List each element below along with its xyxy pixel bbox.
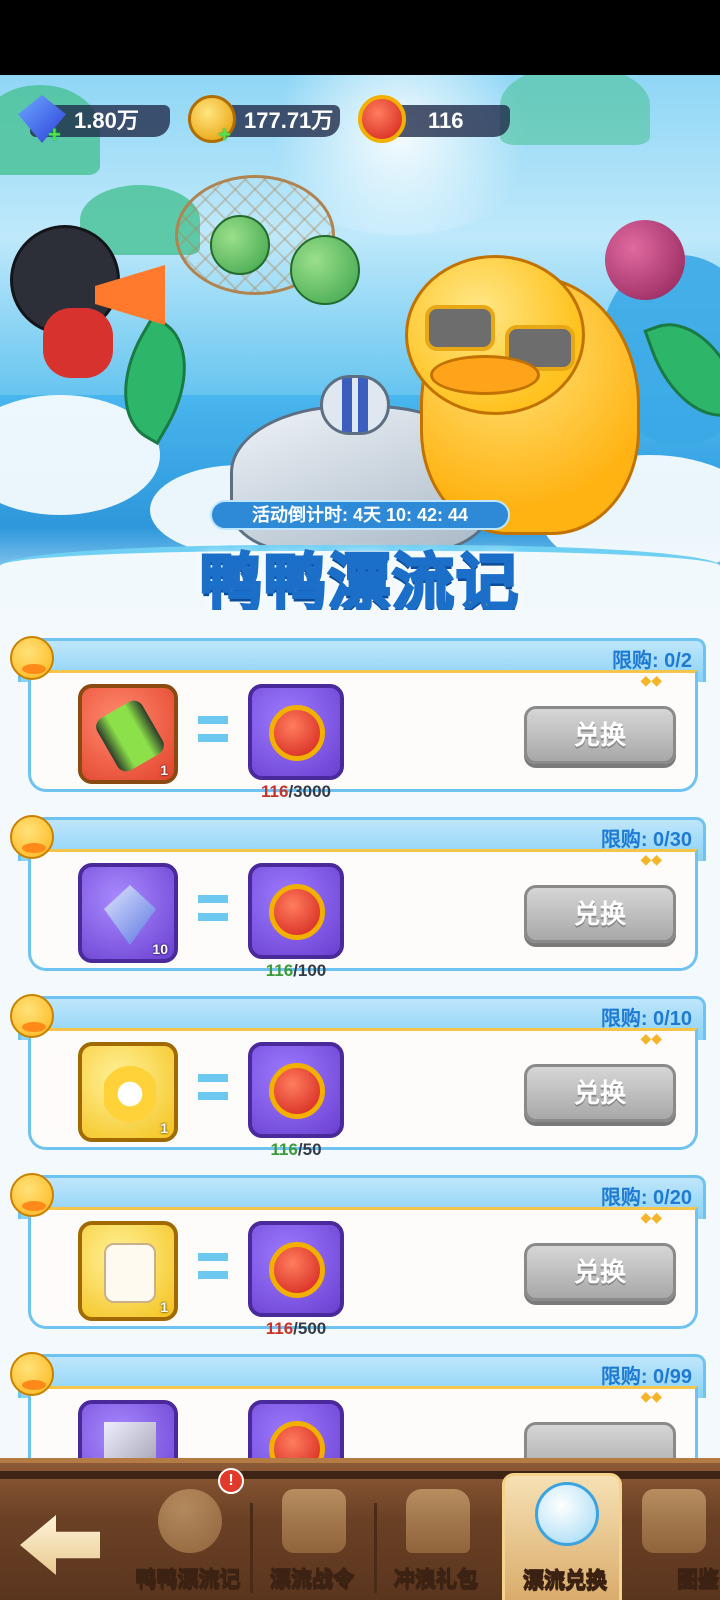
apple-token-icon (269, 705, 325, 761)
battery-icon (92, 697, 168, 775)
duck-badge-icon (10, 1173, 54, 1217)
reward-item[interactable] (78, 1400, 178, 1458)
flower-icon (104, 1064, 156, 1124)
apple-token-icon (269, 884, 325, 940)
bottom-nav: 鸭鸭漂流记 ! 漂流战令 冲浪礼包 漂流兑换 图鉴 (0, 1458, 720, 1600)
reward-item[interactable]: 10 (78, 863, 178, 963)
item-quantity: 1 (160, 1120, 168, 1136)
reward-item[interactable]: 1 (78, 1221, 178, 1321)
scooter-stripe (320, 375, 390, 435)
cost-item (248, 863, 344, 959)
duck-badge-icon (10, 636, 54, 680)
purchase-limit: 限购: 0/2 (611, 650, 692, 672)
shop-icon (406, 1489, 470, 1553)
exchange-button[interactable]: 兑换 (524, 885, 676, 943)
exchange-button[interactable]: 兑换 (524, 1064, 676, 1122)
equals-icon (198, 716, 228, 742)
gold-amount: 177.71万 (244, 108, 334, 133)
reward-item[interactable]: 1 (78, 1042, 178, 1142)
tab-label: 图鉴 (677, 1568, 720, 1592)
exchange-row: 限购: 0/10 ◆◆ 1 116/50 兑换 (10, 966, 710, 1159)
item-quantity: 1 (160, 1299, 168, 1315)
tab-drift-pass[interactable]: 漂流战令 (252, 1483, 372, 1600)
apple-token-icon (358, 95, 406, 143)
event-countdown: 活动倒计时: 4天 10: 42: 44 (210, 500, 510, 530)
star-deco-icon: ◆◆ (640, 851, 662, 867)
purchase-limit: 限购: 0/30 (600, 829, 692, 851)
purchase-limit: 限购: 0/20 (600, 1187, 692, 1209)
equals-icon (198, 895, 228, 921)
equals-icon (198, 1253, 228, 1279)
palm-leaf-decoration (500, 75, 650, 145)
equals-icon (198, 1074, 228, 1100)
star-deco-icon: ◆◆ (640, 1388, 662, 1404)
apple-token-icon (269, 1421, 325, 1458)
exchange-row: 限购: 0/99 ◆◆ (10, 1324, 710, 1458)
apple-amount: 116 (428, 108, 464, 133)
back-arrow-icon (20, 1515, 100, 1575)
scroll-icon (282, 1489, 346, 1553)
black-duck-character (10, 225, 120, 378)
tab-label: 漂流战令 (270, 1568, 355, 1592)
reward-item[interactable]: 1 (78, 684, 178, 784)
star-deco-icon: ◆◆ (640, 1209, 662, 1225)
cost-item (248, 1400, 344, 1458)
tab-label: 冲浪礼包 (394, 1568, 479, 1592)
exchange-button[interactable]: 兑换 (524, 706, 676, 764)
plus-icon[interactable]: + (218, 119, 231, 151)
apple-token-icon (269, 1063, 325, 1119)
item-quantity: 10 (152, 941, 168, 957)
tab-drift-exchange[interactable]: 漂流兑换 (502, 1473, 622, 1600)
status-bar (0, 0, 720, 75)
purchase-limit: 限购: 0/10 (600, 1008, 692, 1030)
cost-item (248, 1042, 344, 1138)
diamond-counter[interactable]: + 1.80万 (18, 95, 170, 147)
back-button[interactable] (20, 1515, 100, 1575)
apple-token-icon (269, 1242, 325, 1298)
tab-collection[interactable]: 图鉴 (628, 1483, 720, 1600)
tab-label: 漂流兑换 (523, 1569, 608, 1593)
book-icon (642, 1489, 706, 1553)
exchange-button[interactable] (524, 1422, 676, 1458)
star-deco-icon: ◆◆ (640, 1030, 662, 1046)
cost-item (248, 1221, 344, 1317)
diamond-icon (104, 885, 156, 945)
gold-counter[interactable]: + 177.71万 (188, 95, 340, 147)
radish-decoration (605, 220, 685, 300)
duck-icon (158, 1489, 222, 1553)
apple-counter: 116 (358, 95, 510, 143)
duck-badge-icon (10, 1352, 54, 1396)
exchange-row: 限购: 0/20 ◆◆ 1 116/500 兑换 (10, 1145, 710, 1338)
diamond-amount: 1.80万 (74, 108, 139, 133)
star-deco-icon: ◆◆ (640, 672, 662, 688)
sunglasses-icon (425, 305, 495, 351)
purchase-limit: 限购: 0/99 (600, 1366, 692, 1388)
exchange-list[interactable]: 限购: 0/2 ◆◆ 1 116/3000 兑换 限购: 0/30 ◆◆ 10 … (0, 610, 720, 1458)
item-quantity: 1 (160, 762, 168, 778)
cost-item (248, 684, 344, 780)
melon-decoration (290, 235, 360, 305)
tab-duck-drift[interactable]: 鸭鸭漂流记 (128, 1483, 248, 1600)
exchange-row: 限购: 0/30 ◆◆ 10 116/100 兑换 (10, 787, 710, 980)
exchange-row: 限购: 0/2 ◆◆ 1 116/3000 兑换 (10, 610, 710, 801)
tab-surf-pack[interactable]: 冲浪礼包 (376, 1483, 496, 1600)
tab-label: 鸭鸭漂流记 (135, 1568, 241, 1592)
plus-icon[interactable]: + (48, 119, 61, 151)
duck-badge-icon (10, 994, 54, 1038)
dice-icon (104, 1243, 156, 1303)
crystal-icon (104, 1422, 156, 1458)
notification-badge: ! (218, 1468, 244, 1494)
melon-decoration (210, 215, 270, 275)
duck-beak (430, 355, 540, 395)
exchange-icon (535, 1482, 599, 1546)
duck-badge-icon (10, 815, 54, 859)
event-title: 鸭鸭漂流记 (198, 548, 520, 620)
exchange-button[interactable]: 兑换 (524, 1243, 676, 1301)
